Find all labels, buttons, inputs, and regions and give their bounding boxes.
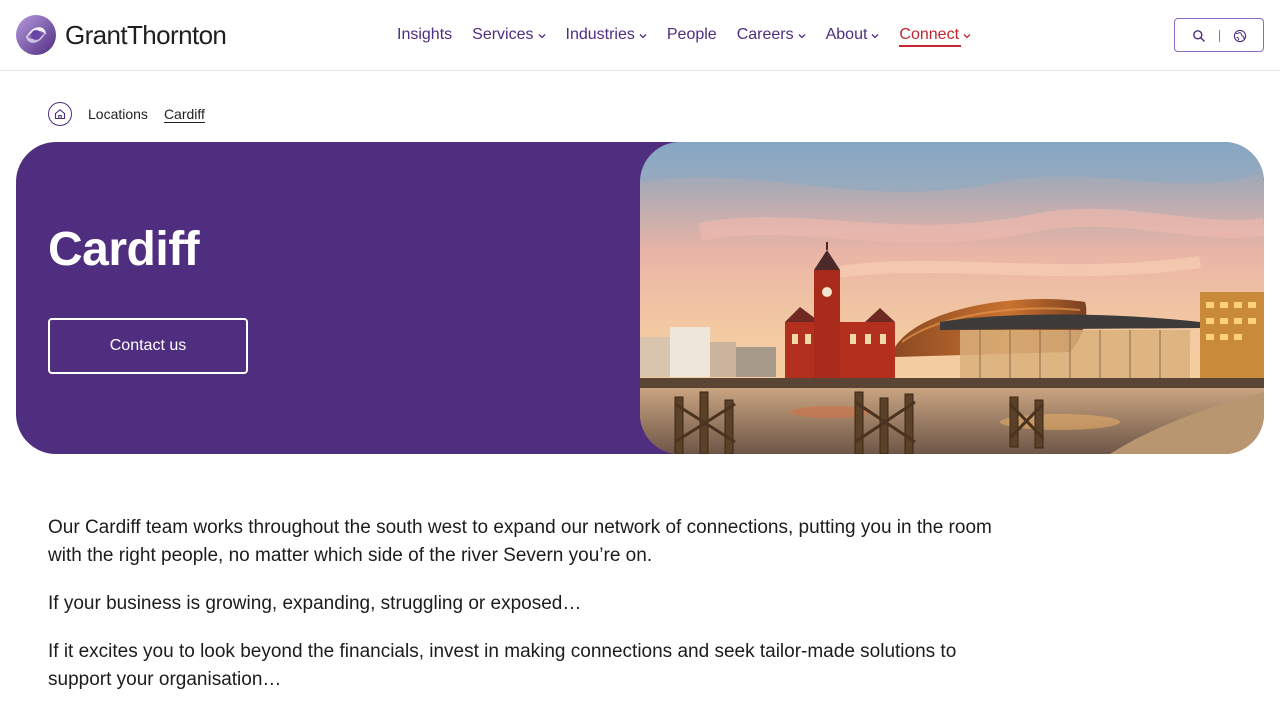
- primary-nav: Insights Services Industries People Care…: [397, 24, 991, 47]
- contact-us-button[interactable]: Contact us: [48, 318, 248, 374]
- breadcrumb-item-locations[interactable]: Locations: [88, 106, 148, 122]
- tools-divider: [1219, 30, 1220, 42]
- page-title: Cardiff: [48, 223, 200, 276]
- cardiff-bay-photo: [640, 142, 1264, 454]
- intro-content: Our Cardiff team works throughout the so…: [48, 514, 1008, 714]
- breadcrumb-home-link[interactable]: [48, 102, 72, 126]
- nav-item-insights[interactable]: Insights: [397, 26, 452, 44]
- logo-mark-icon: [16, 15, 56, 55]
- hero-image: [640, 142, 1264, 454]
- chevron-down-icon: [639, 34, 647, 39]
- site-header: GrantThornton Insights Services Industri…: [0, 0, 1280, 71]
- nav-item-services[interactable]: Services: [472, 26, 545, 44]
- nav-item-label: Industries: [565, 26, 635, 43]
- home-icon: [54, 109, 66, 120]
- chevron-down-icon: [963, 34, 971, 39]
- breadcrumb-item-cardiff[interactable]: Cardiff: [164, 106, 205, 122]
- hero-banner: Cardiff Contact us: [16, 142, 1264, 454]
- chevron-down-icon: [798, 34, 806, 39]
- brand-logo[interactable]: GrantThornton: [16, 15, 227, 55]
- chevron-down-icon: [538, 34, 545, 39]
- nav-item-label: People: [666, 26, 717, 43]
- globe-icon[interactable]: [1233, 29, 1247, 43]
- intro-paragraph: Our Cardiff team works throughout the so…: [48, 517, 992, 566]
- nav-item-people[interactable]: People: [667, 26, 717, 44]
- header-tools: [1174, 18, 1264, 52]
- nav-item-careers[interactable]: Careers: [737, 26, 806, 44]
- search-icon[interactable]: [1192, 29, 1206, 43]
- nav-item-connect[interactable]: Connect: [899, 26, 971, 47]
- nav-item-label: Connect: [899, 26, 960, 43]
- intro-paragraph: If it excites you to look beyond the fin…: [48, 641, 957, 690]
- brand-name: GrantThornton: [65, 19, 227, 50]
- nav-item-label: Services: [472, 26, 534, 43]
- nav-item-label: Insights: [397, 26, 453, 43]
- intro-paragraph: If your business is growing, expanding, …: [48, 593, 582, 614]
- nav-item-industries[interactable]: Industries: [566, 26, 647, 44]
- breadcrumb: Locations Cardiff: [48, 102, 205, 126]
- nav-item-label: Careers: [736, 26, 794, 43]
- nav-item-label: About: [825, 26, 868, 43]
- chevron-down-icon: [871, 34, 879, 39]
- nav-item-about[interactable]: About: [826, 26, 880, 44]
- active-nav-underline: [899, 45, 962, 47]
